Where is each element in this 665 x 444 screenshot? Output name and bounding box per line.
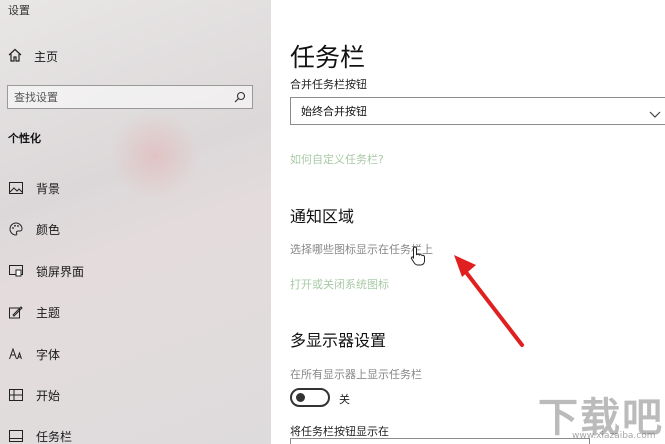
sidebar-home-label: 主页 — [34, 49, 59, 64]
sidebar-home[interactable]: 主页 — [8, 47, 58, 65]
sidebar-item-colors[interactable]: 颜色 — [8, 220, 60, 238]
image-icon — [8, 180, 24, 196]
font-icon — [8, 346, 24, 362]
main-content: 任务栏 合并任务栏按钮 始终合并按钮 如何自定义任务栏? 通知区域 选择哪些图标… — [271, 0, 665, 444]
sidebar: 设置 主页 个性化 背景 颜色 锁屏界面 主题 — [0, 0, 271, 444]
combine-buttons-label: 合并任务栏按钮 — [290, 78, 367, 91]
sidebar-item-taskbar[interactable]: 任务栏 — [8, 427, 72, 444]
multi-display-heading: 多显示器设置 — [290, 331, 387, 350]
combine-buttons-dropdown[interactable]: 始终合并按钮 — [290, 97, 665, 125]
buttons-on-label: 将任务栏按钮显示在 — [290, 425, 389, 438]
sidebar-item-label: 主题 — [36, 305, 61, 320]
show-all-displays-toggle[interactable] — [290, 388, 330, 407]
customize-taskbar-link[interactable]: 如何自定义任务栏? — [290, 151, 384, 167]
sidebar-item-label: 字体 — [36, 347, 61, 362]
sidebar-item-label: 开始 — [36, 388, 61, 403]
sidebar-item-lock-screen[interactable]: 锁屏界面 — [8, 262, 84, 280]
toggle-state-text: 关 — [339, 393, 350, 406]
taskbar-icon — [8, 428, 24, 444]
window-title: 设置 — [8, 4, 30, 17]
section-label-personalization: 个性化 — [8, 132, 41, 145]
watermark-logo: 下载吧 www.xiazaiba.com — [530, 385, 665, 444]
sidebar-item-label: 任务栏 — [36, 429, 73, 444]
search-icon[interactable] — [234, 88, 246, 107]
brush-icon — [8, 304, 24, 320]
sidebar-item-themes[interactable]: 主题 — [8, 303, 60, 321]
sidebar-item-label: 锁屏界面 — [36, 264, 85, 279]
background-blur — [110, 110, 200, 200]
home-icon — [8, 47, 22, 66]
sidebar-item-label: 颜色 — [36, 222, 61, 237]
page-title: 任务栏 — [290, 43, 366, 72]
combine-buttons-value: 始终合并按钮 — [301, 105, 367, 118]
notification-area-heading: 通知区域 — [290, 207, 355, 226]
show-all-displays-label: 在所有显示器上显示任务栏 — [290, 368, 422, 381]
system-icons-link[interactable]: 打开或关闭系统图标 — [290, 276, 389, 292]
sidebar-item-background[interactable]: 背景 — [8, 179, 60, 197]
palette-icon — [8, 221, 24, 237]
hand-cursor-icon — [410, 246, 425, 266]
start-grid-icon — [8, 387, 24, 403]
search-input[interactable] — [14, 90, 214, 104]
sidebar-item-start[interactable]: 开始 — [8, 386, 60, 404]
watermark-url: www.xiazaiba.com — [572, 431, 656, 441]
sidebar-item-fonts[interactable]: 字体 — [8, 345, 60, 363]
lock-screen-icon — [8, 263, 24, 279]
search-box[interactable] — [7, 85, 253, 109]
chevron-down-icon — [649, 105, 661, 124]
sidebar-item-label: 背景 — [36, 181, 61, 196]
toggle-knob — [296, 393, 305, 402]
annotation-arrow — [454, 255, 524, 347]
